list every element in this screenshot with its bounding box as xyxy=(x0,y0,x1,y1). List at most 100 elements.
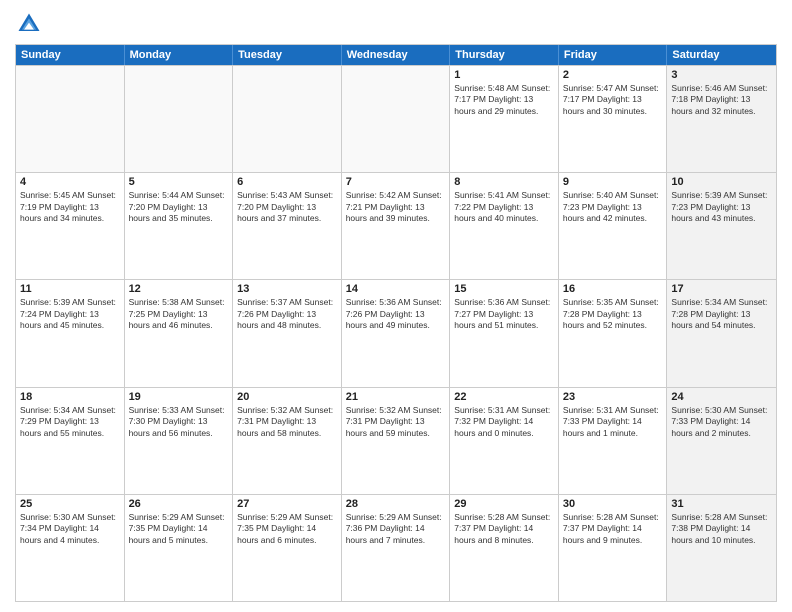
day-number: 4 xyxy=(20,176,120,188)
day-number: 10 xyxy=(671,176,772,188)
cell-text: Sunrise: 5:47 AM Sunset: 7:17 PM Dayligh… xyxy=(563,83,663,117)
day-number: 5 xyxy=(129,176,229,188)
cell-text: Sunrise: 5:35 AM Sunset: 7:28 PM Dayligh… xyxy=(563,297,663,331)
calendar-cell: 14 Sunrise: 5:36 AM Sunset: 7:26 PM Dayli… xyxy=(342,280,451,386)
day-number: 26 xyxy=(129,498,229,510)
day-number: 20 xyxy=(237,391,337,403)
calendar-day-header: Friday xyxy=(559,45,668,65)
cell-text: Sunrise: 5:33 AM Sunset: 7:30 PM Dayligh… xyxy=(129,405,229,439)
cell-text: Sunrise: 5:28 AM Sunset: 7:37 PM Dayligh… xyxy=(563,512,663,546)
logo xyxy=(15,10,47,38)
cell-text: Sunrise: 5:36 AM Sunset: 7:26 PM Dayligh… xyxy=(346,297,446,331)
calendar-cell: 25 Sunrise: 5:30 AM Sunset: 7:34 PM Dayli… xyxy=(16,495,125,601)
day-number: 14 xyxy=(346,283,446,295)
calendar-cell: 29Sunrise: 5:28 AM Sunset: 7:37 PM Dayli… xyxy=(450,495,559,601)
calendar-cell xyxy=(125,66,234,172)
calendar-cell: 15Sunrise: 5:36 AM Sunset: 7:27 PM Dayli… xyxy=(450,280,559,386)
cell-text: Sunrise: 5:28 AM Sunset: 7:38 PM Dayligh… xyxy=(671,512,772,546)
calendar-day-header: Sunday xyxy=(16,45,125,65)
cell-text: Sunrise: 5:32 AM Sunset: 7:31 PM Dayligh… xyxy=(346,405,446,439)
calendar-cell: 31 Sunrise: 5:28 AM Sunset: 7:38 PM Dayli… xyxy=(667,495,776,601)
cell-text: Sunrise: 5:34 AM Sunset: 7:28 PM Dayligh… xyxy=(671,297,772,331)
cell-text: Sunrise: 5:45 AM Sunset: 7:19 PM Dayligh… xyxy=(20,190,120,224)
day-number: 7 xyxy=(346,176,446,188)
calendar-cell: 30 Sunrise: 5:28 AM Sunset: 7:37 PM Dayli… xyxy=(559,495,668,601)
calendar-cell: 13 Sunrise: 5:37 AM Sunset: 7:26 PM Dayli… xyxy=(233,280,342,386)
day-number: 29 xyxy=(454,498,554,510)
cell-text: Sunrise: 5:48 AM Sunset: 7:17 PM Dayligh… xyxy=(454,83,554,117)
cell-text: Sunrise: 5:31 AM Sunset: 7:33 PM Dayligh… xyxy=(563,405,663,439)
cell-text: Sunrise: 5:31 AM Sunset: 7:32 PM Dayligh… xyxy=(454,405,554,439)
calendar-cell xyxy=(16,66,125,172)
day-number: 22 xyxy=(454,391,554,403)
day-number: 12 xyxy=(129,283,229,295)
cell-text: Sunrise: 5:41 AM Sunset: 7:22 PM Dayligh… xyxy=(454,190,554,224)
calendar-row: 1 Sunrise: 5:48 AM Sunset: 7:17 PM Daylig… xyxy=(16,65,776,172)
cell-text: Sunrise: 5:29 AM Sunset: 7:36 PM Dayligh… xyxy=(346,512,446,546)
calendar-cell: 23 Sunrise: 5:31 AM Sunset: 7:33 PM Dayli… xyxy=(559,388,668,494)
calendar-cell: 11 Sunrise: 5:39 AM Sunset: 7:24 PM Dayli… xyxy=(16,280,125,386)
calendar-day-header: Thursday xyxy=(450,45,559,65)
day-number: 1 xyxy=(454,69,554,81)
calendar-body: 1 Sunrise: 5:48 AM Sunset: 7:17 PM Daylig… xyxy=(16,65,776,601)
calendar-header: SundayMondayTuesdayWednesdayThursdayFrid… xyxy=(16,45,776,65)
day-number: 27 xyxy=(237,498,337,510)
cell-text: Sunrise: 5:43 AM Sunset: 7:20 PM Dayligh… xyxy=(237,190,337,224)
calendar-day-header: Saturday xyxy=(667,45,776,65)
cell-text: Sunrise: 5:39 AM Sunset: 7:24 PM Dayligh… xyxy=(20,297,120,331)
calendar-cell: 22 Sunrise: 5:31 AM Sunset: 7:32 PM Dayli… xyxy=(450,388,559,494)
day-number: 30 xyxy=(563,498,663,510)
calendar: SundayMondayTuesdayWednesdayThursdayFrid… xyxy=(15,44,777,602)
logo-icon xyxy=(15,10,43,38)
cell-text: Sunrise: 5:40 AM Sunset: 7:23 PM Dayligh… xyxy=(563,190,663,224)
calendar-day-header: Tuesday xyxy=(233,45,342,65)
cell-text: Sunrise: 5:30 AM Sunset: 7:34 PM Dayligh… xyxy=(20,512,120,546)
calendar-cell: 4 Sunrise: 5:45 AM Sunset: 7:19 PM Daylig… xyxy=(16,173,125,279)
day-number: 21 xyxy=(346,391,446,403)
day-number: 24 xyxy=(671,391,772,403)
day-number: 25 xyxy=(20,498,120,510)
calendar-cell: 24 Sunrise: 5:30 AM Sunset: 7:33 PM Dayli… xyxy=(667,388,776,494)
cell-text: Sunrise: 5:32 AM Sunset: 7:31 PM Dayligh… xyxy=(237,405,337,439)
day-number: 13 xyxy=(237,283,337,295)
calendar-cell: 9 Sunrise: 5:40 AM Sunset: 7:23 PM Daylig… xyxy=(559,173,668,279)
calendar-cell: 3 Sunrise: 5:46 AM Sunset: 7:18 PM Daylig… xyxy=(667,66,776,172)
day-number: 6 xyxy=(237,176,337,188)
calendar-cell: 28 Sunrise: 5:29 AM Sunset: 7:36 PM Dayli… xyxy=(342,495,451,601)
cell-text: Sunrise: 5:46 AM Sunset: 7:18 PM Dayligh… xyxy=(671,83,772,117)
day-number: 18 xyxy=(20,391,120,403)
day-number: 31 xyxy=(671,498,772,510)
day-number: 9 xyxy=(563,176,663,188)
day-number: 8 xyxy=(454,176,554,188)
calendar-row: 4 Sunrise: 5:45 AM Sunset: 7:19 PM Daylig… xyxy=(16,172,776,279)
cell-text: Sunrise: 5:30 AM Sunset: 7:33 PM Dayligh… xyxy=(671,405,772,439)
day-number: 15 xyxy=(454,283,554,295)
calendar-cell: 16 Sunrise: 5:35 AM Sunset: 7:28 PM Dayli… xyxy=(559,280,668,386)
calendar-row: 25 Sunrise: 5:30 AM Sunset: 7:34 PM Dayli… xyxy=(16,494,776,601)
day-number: 19 xyxy=(129,391,229,403)
day-number: 16 xyxy=(563,283,663,295)
calendar-day-header: Wednesday xyxy=(342,45,451,65)
calendar-cell: 21 Sunrise: 5:32 AM Sunset: 7:31 PM Dayli… xyxy=(342,388,451,494)
day-number: 11 xyxy=(20,283,120,295)
day-number: 23 xyxy=(563,391,663,403)
cell-text: Sunrise: 5:38 AM Sunset: 7:25 PM Dayligh… xyxy=(129,297,229,331)
cell-text: Sunrise: 5:42 AM Sunset: 7:21 PM Dayligh… xyxy=(346,190,446,224)
calendar-cell: 27 Sunrise: 5:29 AM Sunset: 7:35 PM Dayli… xyxy=(233,495,342,601)
day-number: 3 xyxy=(671,69,772,81)
cell-text: Sunrise: 5:37 AM Sunset: 7:26 PM Dayligh… xyxy=(237,297,337,331)
calendar-cell: 7 Sunrise: 5:42 AM Sunset: 7:21 PM Daylig… xyxy=(342,173,451,279)
calendar-cell: 6 Sunrise: 5:43 AM Sunset: 7:20 PM Daylig… xyxy=(233,173,342,279)
calendar-cell xyxy=(342,66,451,172)
day-number: 28 xyxy=(346,498,446,510)
day-number: 2 xyxy=(563,69,663,81)
calendar-cell: 2 Sunrise: 5:47 AM Sunset: 7:17 PM Daylig… xyxy=(559,66,668,172)
calendar-cell: 19 Sunrise: 5:33 AM Sunset: 7:30 PM Dayli… xyxy=(125,388,234,494)
calendar-row: 18Sunrise: 5:34 AM Sunset: 7:29 PM Dayli… xyxy=(16,387,776,494)
calendar-cell: 17Sunrise: 5:34 AM Sunset: 7:28 PM Dayli… xyxy=(667,280,776,386)
calendar-cell: 12 Sunrise: 5:38 AM Sunset: 7:25 PM Dayli… xyxy=(125,280,234,386)
calendar-cell: 8 Sunrise: 5:41 AM Sunset: 7:22 PM Daylig… xyxy=(450,173,559,279)
calendar-row: 11 Sunrise: 5:39 AM Sunset: 7:24 PM Dayli… xyxy=(16,279,776,386)
cell-text: Sunrise: 5:39 AM Sunset: 7:23 PM Dayligh… xyxy=(671,190,772,224)
cell-text: Sunrise: 5:29 AM Sunset: 7:35 PM Dayligh… xyxy=(237,512,337,546)
